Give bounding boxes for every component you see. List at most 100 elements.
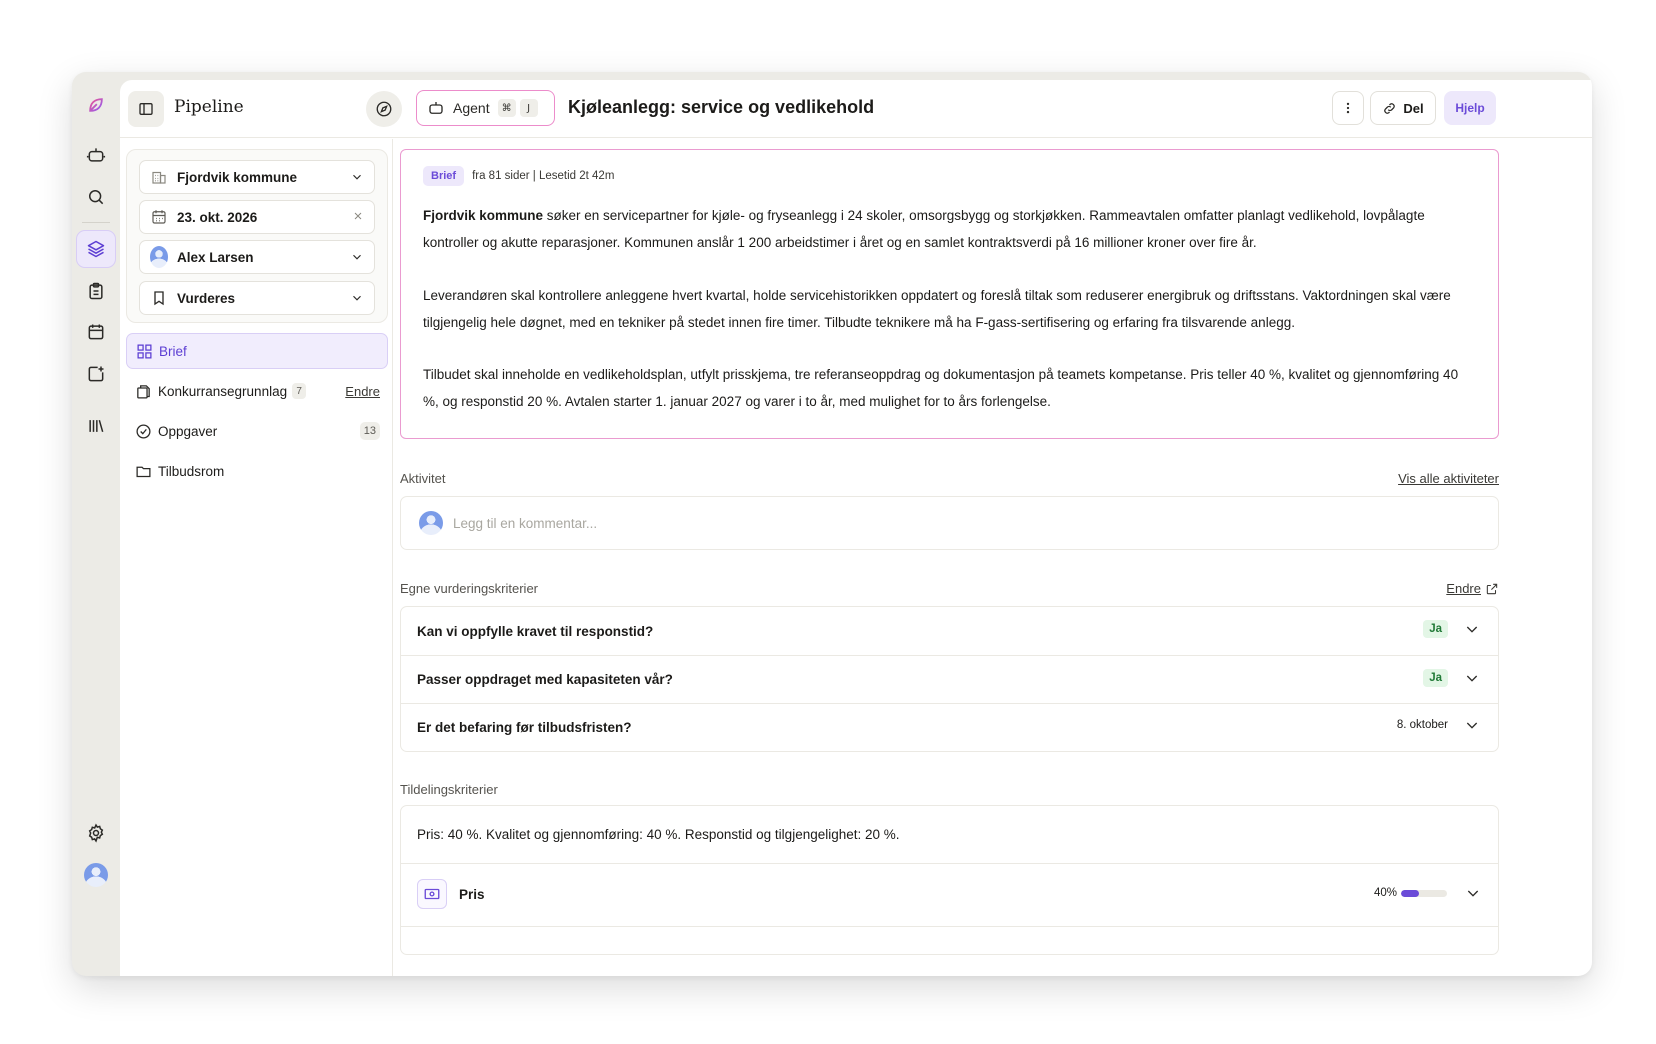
criteria-label: Egne vurderingskriterier	[400, 581, 539, 596]
criteria-item[interactable]: Passer oppdraget med kapasiteten vår? Ja	[401, 655, 1498, 703]
compass-icon	[376, 101, 392, 117]
main-panel: Pipeline Agent ⌘ J Kjøleanlegg: service …	[120, 80, 1592, 976]
chevron-down-icon	[350, 170, 364, 187]
award-summary: Pris: 40 %. Kvalitet og gjennomføring: 4…	[417, 827, 900, 842]
library-icon[interactable]	[76, 407, 116, 445]
page-title: Kjøleanlegg: service og vedlikehold	[568, 97, 875, 117]
dashboard-icon	[135, 342, 153, 360]
link-icon	[1384, 102, 1396, 114]
brief-client-name: Fjordvik kommune	[423, 208, 544, 223]
shortcut-key: J	[519, 99, 538, 117]
filter-card: Fjordvik kommune 23. okt. 2026 Alex Lars…	[126, 149, 388, 323]
share-button[interactable]: Del	[1370, 91, 1436, 125]
activity-label: Aktivitet	[400, 471, 446, 486]
explore-button[interactable]	[366, 91, 402, 127]
award-item-name: Pris	[459, 886, 485, 902]
status-select[interactable]: Vurderes	[139, 281, 375, 315]
robot-icon	[429, 102, 443, 114]
chevron-down-icon	[350, 291, 364, 308]
more-options-button[interactable]	[1332, 91, 1364, 125]
more-vertical-icon	[1346, 102, 1350, 114]
agent-icon[interactable]	[76, 136, 116, 174]
icon-rail	[72, 72, 120, 976]
award-weight-label: 40%	[1373, 887, 1397, 899]
app-window: Pipeline Agent ⌘ J Kjøleanlegg: service …	[72, 72, 1592, 976]
chevron-down-icon[interactable]	[1464, 717, 1480, 733]
user-avatar[interactable]	[76, 856, 116, 894]
assignee-avatar	[150, 246, 168, 268]
commenter-avatar	[419, 511, 443, 535]
nav-item-brief[interactable]: Brief	[126, 333, 388, 369]
answer-date: 8. oktober	[1396, 719, 1448, 731]
view-all-activities-link[interactable]: Vis alle aktiviteter	[1398, 471, 1499, 486]
search-icon[interactable]	[76, 178, 116, 216]
criteria-edit-link[interactable]: Endre	[1446, 581, 1499, 596]
divider	[401, 863, 1498, 864]
folder-icon	[134, 462, 152, 480]
top-bar: Pipeline Agent ⌘ J Kjøleanlegg: service …	[120, 80, 1592, 138]
competition-count-badge: 7	[292, 383, 307, 399]
external-link-icon	[1486, 583, 1498, 594]
brief-header: Brief fra 81 sider | Lesetid 2t 42m	[423, 166, 614, 186]
comment-box	[400, 496, 1499, 550]
nav-brief-label: Brief	[159, 343, 187, 359]
criteria-question: Kan vi oppfylle kravet til responstid?	[417, 623, 654, 639]
logo-icon[interactable]	[76, 86, 116, 124]
municipality-select[interactable]: Fjordvik kommune	[139, 160, 375, 194]
help-button[interactable]: Hjelp	[1444, 91, 1496, 125]
bookmark-icon	[150, 289, 168, 307]
money-icon	[417, 879, 447, 909]
brief-paragraph-1: Fjordvik kommune søker en servicepartner…	[423, 203, 1473, 256]
answer-badge: Ja	[1423, 669, 1448, 687]
chevron-down-icon[interactable]	[1465, 885, 1481, 901]
nav-bidroom-label: Tilbudsrom	[158, 463, 225, 479]
competition-edit-link[interactable]: Endre	[345, 384, 380, 399]
brief-meta: fra 81 sider | Lesetid 2t 42m	[472, 170, 615, 182]
status-value: Vurderes	[177, 290, 236, 306]
layers-icon[interactable]	[76, 230, 116, 268]
comment-input[interactable]	[453, 515, 1353, 531]
rail-divider	[82, 222, 110, 223]
brief-tag: Brief	[423, 166, 465, 186]
nav-tasks-label: Oppgaver	[158, 423, 218, 439]
nav-item-tasks[interactable]: Oppgaver 13	[126, 413, 388, 449]
municipality-value: Fjordvik kommune	[177, 169, 298, 185]
award-item-price[interactable]: Pris 40%	[417, 878, 1483, 910]
sidebar-toggle-button[interactable]	[128, 91, 164, 127]
award-weight-bar	[1401, 889, 1447, 897]
clipboard-icon[interactable]	[76, 272, 116, 310]
check-circle-icon	[134, 422, 152, 440]
criteria-question: Passer oppdraget med kapasiteten vår?	[417, 672, 673, 687]
share-label: Del	[1403, 100, 1424, 116]
assignee-value: Alex Larsen	[177, 249, 254, 265]
left-sidebar: Fjordvik kommune 23. okt. 2026 Alex Lars…	[120, 139, 393, 976]
chevron-down-icon[interactable]	[1464, 621, 1480, 637]
award-weight-bar-fill	[1401, 889, 1420, 897]
sidebar-panel-icon	[139, 103, 153, 115]
date-value: 23. okt. 2026	[177, 209, 258, 225]
assignee-select[interactable]: Alex Larsen	[139, 240, 375, 274]
building-icon	[150, 168, 168, 186]
settings-gear-icon[interactable]	[76, 814, 116, 852]
app-title: Pipeline	[174, 97, 244, 117]
award-criteria-card: Pris: 40 %. Kvalitet og gjennomføring: 4…	[400, 805, 1499, 955]
document-add-icon[interactable]	[76, 355, 116, 393]
criteria-list: Kan vi oppfylle kravet til responstid? J…	[400, 606, 1499, 752]
brief-paragraph-3: Tilbudet skal inneholde en vedlikeholdsp…	[423, 367, 1459, 409]
brief-paragraph-1-text: søker en servicepartner for kjøle- og fr…	[423, 208, 1425, 250]
criteria-edit-label: Endre	[1446, 581, 1481, 596]
date-field[interactable]: 23. okt. 2026	[139, 200, 375, 234]
agent-button[interactable]: Agent ⌘ J	[416, 90, 555, 126]
criteria-item[interactable]: Kan vi oppfylle kravet til responstid? J…	[401, 607, 1498, 655]
answer-badge: Ja	[1423, 620, 1448, 638]
nav-item-bidroom[interactable]: Tilbudsrom	[126, 453, 388, 489]
chevron-down-icon[interactable]	[1464, 670, 1480, 686]
calendar-icon	[150, 208, 168, 226]
calendar-icon[interactable]	[76, 313, 116, 351]
divider	[401, 926, 1498, 927]
clear-date-icon[interactable]	[352, 210, 364, 225]
criteria-item[interactable]: Er det befaring før tilbudsfristen? 8. o…	[401, 703, 1498, 751]
nav-item-competition[interactable]: Konkurransegrunnlag 7 Endre	[126, 373, 388, 409]
brief-paragraph-2: Leverandøren skal kontrollere anleggene …	[423, 288, 1451, 330]
documents-icon	[134, 382, 152, 400]
